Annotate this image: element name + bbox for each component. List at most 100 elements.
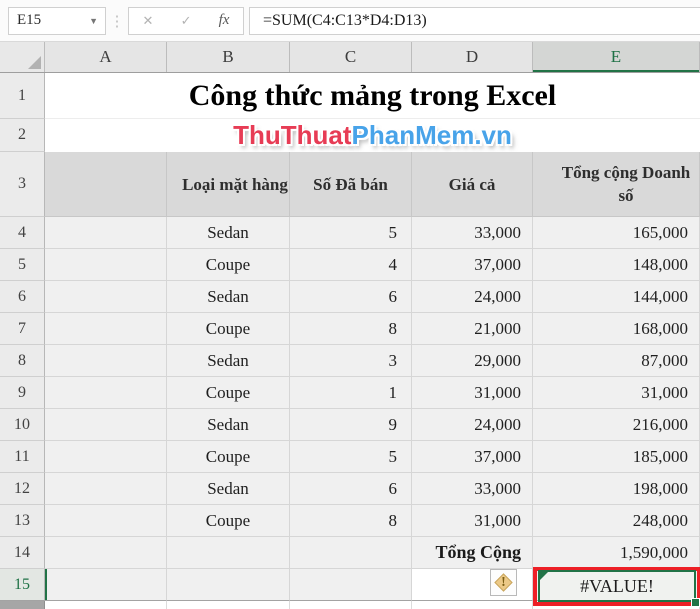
cell-total[interactable]: 198,000 bbox=[533, 473, 700, 505]
cell-item-type[interactable]: Coupe bbox=[167, 441, 290, 473]
cell-total[interactable]: 216,000 bbox=[533, 409, 700, 441]
cell-price[interactable]: 31,000 bbox=[412, 377, 533, 409]
cancel-icon[interactable]: ✕ bbox=[143, 13, 154, 29]
total-value-cell[interactable]: 1,590,000 bbox=[533, 537, 700, 569]
cell-item-type[interactable]: Coupe bbox=[167, 249, 290, 281]
cell-a[interactable] bbox=[45, 409, 167, 441]
cell-item-type[interactable]: Coupe bbox=[167, 505, 290, 537]
error-options-button[interactable]: ! bbox=[490, 569, 517, 596]
watermark-cell[interactable]: ThuThuatPhanMem.vn bbox=[45, 119, 700, 152]
cell-a[interactable] bbox=[45, 505, 167, 537]
row-header[interactable]: 2 bbox=[0, 119, 45, 152]
cell-a[interactable] bbox=[45, 345, 167, 377]
cell-a[interactable] bbox=[45, 441, 167, 473]
row-header[interactable]: 11 bbox=[0, 441, 45, 473]
cell-item-type[interactable]: Sedan bbox=[167, 409, 290, 441]
cell-total[interactable]: 185,000 bbox=[533, 441, 700, 473]
cell-a14[interactable] bbox=[45, 537, 167, 569]
cell-a15[interactable] bbox=[45, 569, 167, 601]
cell-qty[interactable]: 3 bbox=[290, 345, 412, 377]
cell-total[interactable]: 87,000 bbox=[533, 345, 700, 377]
header-price[interactable]: Giá cả bbox=[412, 152, 533, 217]
total-label-cell[interactable]: Tổng Cộng bbox=[412, 537, 533, 569]
column-header-e-selected[interactable]: E bbox=[533, 42, 700, 72]
cell-price[interactable]: 33,000 bbox=[412, 217, 533, 249]
cell-price[interactable]: 21,000 bbox=[412, 313, 533, 345]
select-all-corner[interactable] bbox=[0, 42, 45, 72]
cell-d15[interactable]: ! bbox=[412, 569, 533, 601]
cell-price[interactable]: 37,000 bbox=[412, 249, 533, 281]
cell-item-type[interactable]: Sedan bbox=[167, 217, 290, 249]
column-header-a[interactable]: A bbox=[45, 42, 167, 72]
cell-a[interactable] bbox=[45, 217, 167, 249]
row-header[interactable]: 7 bbox=[0, 313, 45, 345]
cell-b14[interactable] bbox=[167, 537, 290, 569]
row-header[interactable]: 1 bbox=[0, 73, 45, 119]
cell-total[interactable]: 248,000 bbox=[533, 505, 700, 537]
cell-price[interactable]: 37,000 bbox=[412, 441, 533, 473]
cell-qty[interactable]: 5 bbox=[290, 217, 412, 249]
active-error-cell[interactable]: #VALUE! bbox=[533, 567, 700, 607]
row-header-active[interactable]: 15 bbox=[0, 569, 45, 601]
cell-item-type[interactable]: Sedan bbox=[167, 345, 290, 377]
row-header[interactable]: 12 bbox=[0, 473, 45, 505]
header-sold[interactable]: Số Đã bán bbox=[290, 152, 412, 217]
cell-qty[interactable]: 8 bbox=[290, 313, 412, 345]
cell-total[interactable]: 144,000 bbox=[533, 281, 700, 313]
row-header[interactable]: 9 bbox=[0, 377, 45, 409]
cell-a3[interactable] bbox=[45, 152, 167, 217]
cell-a[interactable] bbox=[45, 377, 167, 409]
cell-total[interactable]: 148,000 bbox=[533, 249, 700, 281]
cell-price[interactable]: 29,000 bbox=[412, 345, 533, 377]
cell-qty[interactable]: 5 bbox=[290, 441, 412, 473]
cell-total[interactable]: 31,000 bbox=[533, 377, 700, 409]
cell-qty[interactable]: 8 bbox=[290, 505, 412, 537]
column-header-d[interactable]: D bbox=[412, 42, 533, 72]
row-header[interactable]: 8 bbox=[0, 345, 45, 377]
row-header[interactable]: 13 bbox=[0, 505, 45, 537]
insert-function-icon[interactable]: fx bbox=[219, 12, 230, 29]
cell-item-type[interactable]: Sedan bbox=[167, 473, 290, 505]
row-header[interactable]: 14 bbox=[0, 537, 45, 569]
row-header[interactable]: 5 bbox=[0, 249, 45, 281]
cell-qty[interactable]: 9 bbox=[290, 409, 412, 441]
cell-price[interactable]: 24,000 bbox=[412, 281, 533, 313]
cell-c14[interactable] bbox=[290, 537, 412, 569]
column-header-c[interactable]: C bbox=[290, 42, 412, 72]
table-row: 4 Sedan 5 33,000 165,000 bbox=[0, 217, 700, 249]
cell-qty[interactable]: 4 bbox=[290, 249, 412, 281]
header-total[interactable]: Tổng cộng Doanh số bbox=[533, 152, 700, 217]
formula-input[interactable]: =SUM(C4:C13*D4:D13) bbox=[249, 6, 700, 35]
row-header[interactable]: 4 bbox=[0, 217, 45, 249]
cell-a[interactable] bbox=[45, 313, 167, 345]
cell-a[interactable] bbox=[45, 249, 167, 281]
cell-item-type[interactable]: Coupe bbox=[167, 313, 290, 345]
cell-item-type[interactable]: Coupe bbox=[167, 377, 290, 409]
cell-total[interactable]: 168,000 bbox=[533, 313, 700, 345]
cell-price[interactable]: 31,000 bbox=[412, 505, 533, 537]
title-row: 1 Công thức mảng trong Excel bbox=[0, 73, 700, 119]
row-header[interactable]: 3 bbox=[0, 152, 45, 217]
cell-price[interactable]: 24,000 bbox=[412, 409, 533, 441]
cell-c15[interactable] bbox=[290, 569, 412, 601]
cell-qty[interactable]: 6 bbox=[290, 473, 412, 505]
sheet-title: Công thức mảng trong Excel bbox=[188, 78, 557, 112]
header-item-type[interactable]: Loại mặt hàng bbox=[167, 152, 290, 217]
selected-cell-border[interactable]: #VALUE! bbox=[538, 570, 696, 602]
cell-a[interactable] bbox=[45, 473, 167, 505]
cell-qty[interactable]: 1 bbox=[290, 377, 412, 409]
title-cell[interactable]: Công thức mảng trong Excel bbox=[45, 73, 700, 119]
cell-b15[interactable] bbox=[167, 569, 290, 601]
row-header[interactable]: 10 bbox=[0, 409, 45, 441]
cell-a[interactable] bbox=[45, 281, 167, 313]
cell-total[interactable]: 165,000 bbox=[533, 217, 700, 249]
cell-item-type[interactable]: Sedan bbox=[167, 281, 290, 313]
cell-qty[interactable]: 6 bbox=[290, 281, 412, 313]
column-header-b[interactable]: B bbox=[167, 42, 290, 72]
cell-price[interactable]: 33,000 bbox=[412, 473, 533, 505]
name-box[interactable]: E15 ▼ bbox=[8, 6, 106, 35]
fill-handle[interactable] bbox=[691, 598, 700, 607]
row-header[interactable]: 6 bbox=[0, 281, 45, 313]
enter-icon[interactable]: ✓ bbox=[181, 13, 192, 29]
name-box-dropdown-icon[interactable]: ▼ bbox=[89, 16, 105, 26]
